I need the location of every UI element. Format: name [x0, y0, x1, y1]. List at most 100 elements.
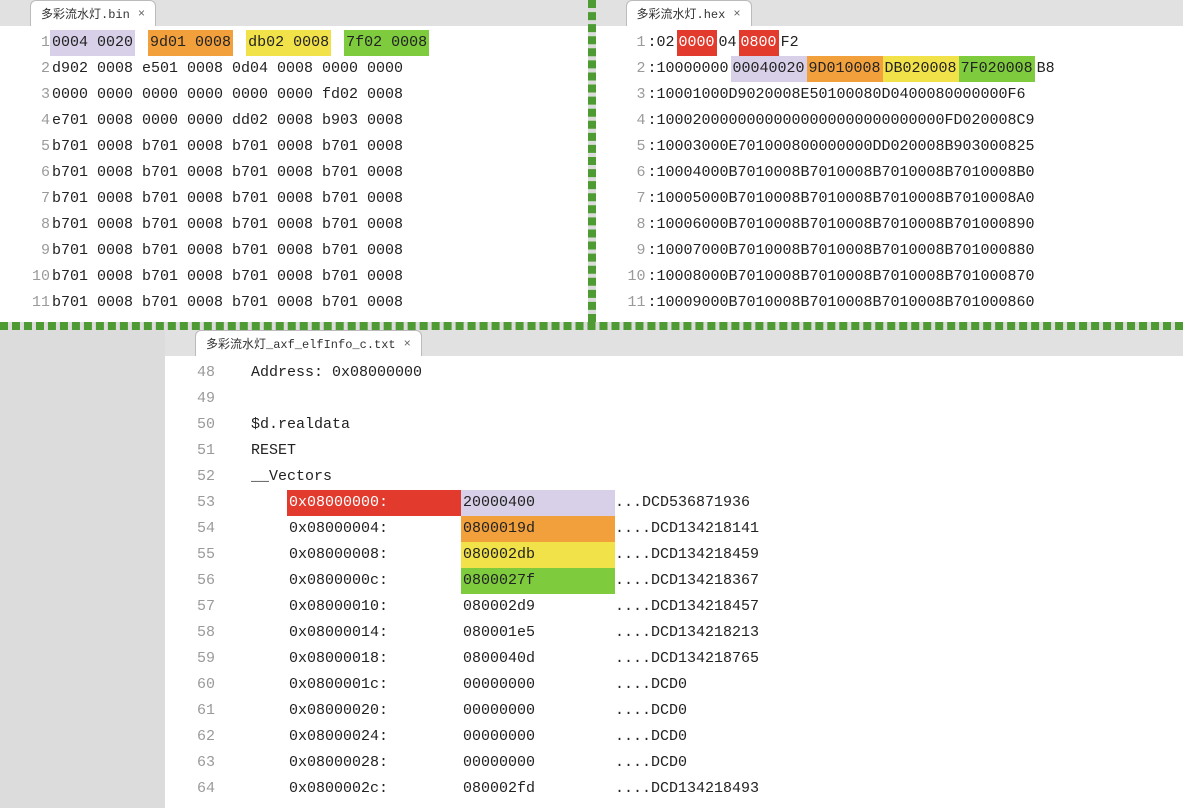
vector-address: 0x08000008:: [287, 542, 461, 568]
code-content[interactable]: :10008000B7010008B7010008B7010008B701000…: [646, 264, 1178, 290]
hex-segment: :10007000B7010008B7010008B7010008B701000…: [646, 238, 1037, 264]
line-number: 63: [171, 750, 215, 776]
vector-dots: ....: [615, 754, 651, 771]
code-content[interactable]: 0x0800001c:00000000....DCD0: [215, 672, 1177, 698]
hex-segment: F2: [779, 30, 801, 56]
line-number: 3: [6, 82, 50, 108]
hex-segment: 7F020008: [959, 56, 1035, 82]
code-line: 2:10000000000400209D010008DB0200087F0200…: [602, 56, 1178, 82]
code-content[interactable]: 0x0800002c:080002fd....DCD134218493: [215, 776, 1177, 802]
tab-hex[interactable]: 多彩流水灯.hex ×: [626, 0, 752, 26]
hex-segment: [331, 30, 344, 56]
vector-dots: ....: [615, 728, 651, 745]
code-content[interactable]: 0x08000014:080001e5....DCD134218213: [215, 620, 1177, 646]
code-content[interactable]: :020000040800F2: [646, 30, 1178, 56]
line-number: 4: [6, 108, 50, 134]
vector-address: 0x08000014:: [287, 620, 461, 646]
vector-decimal: 134218367: [678, 572, 759, 589]
vector-decimal: 134218213: [678, 624, 759, 641]
line-number: 58: [171, 620, 215, 646]
vector-decimal: 0: [678, 754, 687, 771]
line-number: 6: [6, 160, 50, 186]
line-number: 61: [171, 698, 215, 724]
vector-decimal: 134218765: [678, 650, 759, 667]
code-content[interactable]: 0000 0000 0000 0000 0000 0000 fd02 0008: [50, 82, 582, 108]
hex-segment: b701 0008 b701 0008 b701 0008 b701 0008: [50, 160, 405, 186]
code-content[interactable]: 0004 0020 9d01 0008 db02 0008 7f02 0008: [50, 30, 582, 56]
code-content[interactable]: b701 0008 b701 0008 b701 0008 b701 0008: [50, 160, 582, 186]
code-content[interactable]: 0x0800000c:0800027f....DCD134218367: [215, 568, 1177, 594]
code-content[interactable]: 0x08000028:00000000....DCD0: [215, 750, 1177, 776]
code-content[interactable]: $d.realdata: [215, 412, 1177, 438]
tabbar-right: 多彩流水灯.hex ×: [596, 0, 1183, 26]
code-line: 7b701 0008 b701 0008 b701 0008 b701 0008: [6, 186, 582, 212]
vector-address: 0x08000028:: [287, 750, 461, 776]
tabbar-bottom: 多彩流水灯_axf_elfInfo_c.txt ×: [165, 330, 1183, 356]
close-icon[interactable]: ×: [404, 337, 411, 351]
code-content[interactable]: 0x08000000:20000400...DCD536871936: [215, 490, 1177, 516]
code-content[interactable]: 0x08000018:0800040d....DCD134218765: [215, 646, 1177, 672]
code-line: 62 0x08000024:00000000....DCD0: [171, 724, 1177, 750]
code-content[interactable]: Address: 0x08000000: [215, 360, 1177, 386]
code-content[interactable]: 0x08000008:080002db....DCD134218459: [215, 542, 1177, 568]
tab-bin[interactable]: 多彩流水灯.bin ×: [30, 0, 156, 26]
line-number: 9: [602, 238, 646, 264]
line-number: 3: [602, 82, 646, 108]
vector-decimal: 0: [678, 702, 687, 719]
code-content[interactable]: :10003000E701000800000000DD020008B903000…: [646, 134, 1178, 160]
vector-dots: ....: [615, 650, 651, 667]
code-content[interactable]: [215, 386, 1177, 412]
hex-segment: 0000 0000 0000 0000 0000 0000 fd02 0008: [50, 82, 405, 108]
code-content[interactable]: :10009000B7010008B7010008B7010008B701000…: [646, 290, 1178, 316]
bin-editor-pane: 多彩流水灯.bin × 10004 0020 9d01 0008 db02 00…: [0, 0, 588, 322]
tab-txt[interactable]: 多彩流水灯_axf_elfInfo_c.txt ×: [195, 330, 422, 356]
code-line: 64 0x0800002c:080002fd....DCD134218493: [171, 776, 1177, 802]
code-content[interactable]: 0x08000010:080002d9....DCD134218457: [215, 594, 1177, 620]
code-content[interactable]: b701 0008 b701 0008 b701 0008 b701 0008: [50, 212, 582, 238]
code-content[interactable]: :10006000B7010008B7010008B7010008B701000…: [646, 212, 1178, 238]
hex-segment: :10003000E701000800000000DD020008B903000…: [646, 134, 1037, 160]
hex-segment: b701 0008 b701 0008 b701 0008 b701 0008: [50, 186, 405, 212]
code-content[interactable]: :10007000B7010008B7010008B7010008B701000…: [646, 238, 1178, 264]
line-number: 56: [171, 568, 215, 594]
line-number: 10: [6, 264, 50, 290]
code-content[interactable]: b701 0008 b701 0008 b701 0008 b701 0008: [50, 186, 582, 212]
code-content[interactable]: b701 0008 b701 0008 b701 0008 b701 0008: [50, 134, 582, 160]
line-number: 54: [171, 516, 215, 542]
code-content[interactable]: 0x08000020:00000000....DCD0: [215, 698, 1177, 724]
hex-segment: 00040020: [731, 56, 807, 82]
vector-mnemonic: DCD: [651, 650, 678, 667]
line-number: 53: [171, 490, 215, 516]
code-line: 11:10009000B7010008B7010008B7010008B7010…: [602, 290, 1178, 316]
code-content[interactable]: 0x08000004:0800019d....DCD134218141: [215, 516, 1177, 542]
code-content[interactable]: :10000000000400209D010008DB0200087F02000…: [646, 56, 1178, 82]
line-number: 9: [6, 238, 50, 264]
txt-editor-body[interactable]: 48 Address: 0x080000004950 $d.realdata51…: [165, 356, 1183, 808]
code-content[interactable]: RESET: [215, 438, 1177, 464]
bin-editor-body[interactable]: 10004 0020 9d01 0008 db02 0008 7f02 0008…: [0, 26, 588, 322]
hex-segment: :02: [646, 30, 677, 56]
code-content[interactable]: b701 0008 b701 0008 b701 0008 b701 0008: [50, 264, 582, 290]
vector-value: 0800027f: [461, 568, 615, 594]
hex-segment: b701 0008 b701 0008 b701 0008 b701 0008: [50, 290, 405, 316]
close-icon[interactable]: ×: [138, 7, 145, 21]
hex-editor-body[interactable]: 1:020000040800F22:10000000000400209D0100…: [596, 26, 1183, 322]
code-content[interactable]: __Vectors: [215, 464, 1177, 490]
vector-address: 0x08000018:: [287, 646, 461, 672]
code-content[interactable]: :10002000000000000000000000000000FD02000…: [646, 108, 1178, 134]
code-content[interactable]: 0x08000024:00000000....DCD0: [215, 724, 1177, 750]
line-number: 1: [602, 30, 646, 56]
code-content[interactable]: b701 0008 b701 0008 b701 0008 b701 0008: [50, 238, 582, 264]
code-content[interactable]: d902 0008 e501 0008 0d04 0008 0000 0000: [50, 56, 582, 82]
tab-hex-label: 多彩流水灯.hex: [637, 5, 726, 22]
code-content[interactable]: :10004000B7010008B7010008B7010008B701000…: [646, 160, 1178, 186]
hex-segment: B8: [1035, 56, 1057, 82]
code-content[interactable]: :10005000B7010008B7010008B7010008B701000…: [646, 186, 1178, 212]
vector-value: 00000000: [461, 724, 615, 750]
close-icon[interactable]: ×: [733, 7, 740, 21]
code-content[interactable]: b701 0008 b701 0008 b701 0008 b701 0008: [50, 290, 582, 316]
code-line: 61 0x08000020:00000000....DCD0: [171, 698, 1177, 724]
code-content[interactable]: e701 0008 0000 0000 dd02 0008 b903 0008: [50, 108, 582, 134]
code-content[interactable]: :10001000D9020008E50100080D0400080000000…: [646, 82, 1178, 108]
code-line: 8b701 0008 b701 0008 b701 0008 b701 0008: [6, 212, 582, 238]
